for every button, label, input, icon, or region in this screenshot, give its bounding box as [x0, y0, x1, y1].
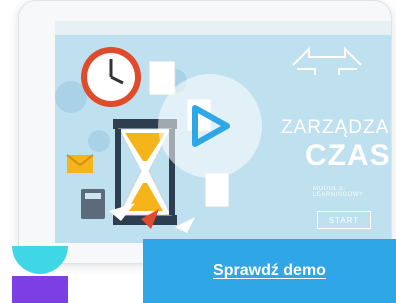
demo-button[interactable]: Sprawdź demo	[143, 239, 396, 303]
calculator-icon	[81, 189, 105, 219]
play-icon	[192, 105, 230, 147]
brand-logo-shape	[12, 246, 68, 303]
clock-icon	[81, 47, 141, 107]
demo-button-label: Sprawdź demo	[213, 262, 326, 279]
envelope-icon	[66, 154, 94, 173]
play-button[interactable]	[158, 74, 262, 178]
